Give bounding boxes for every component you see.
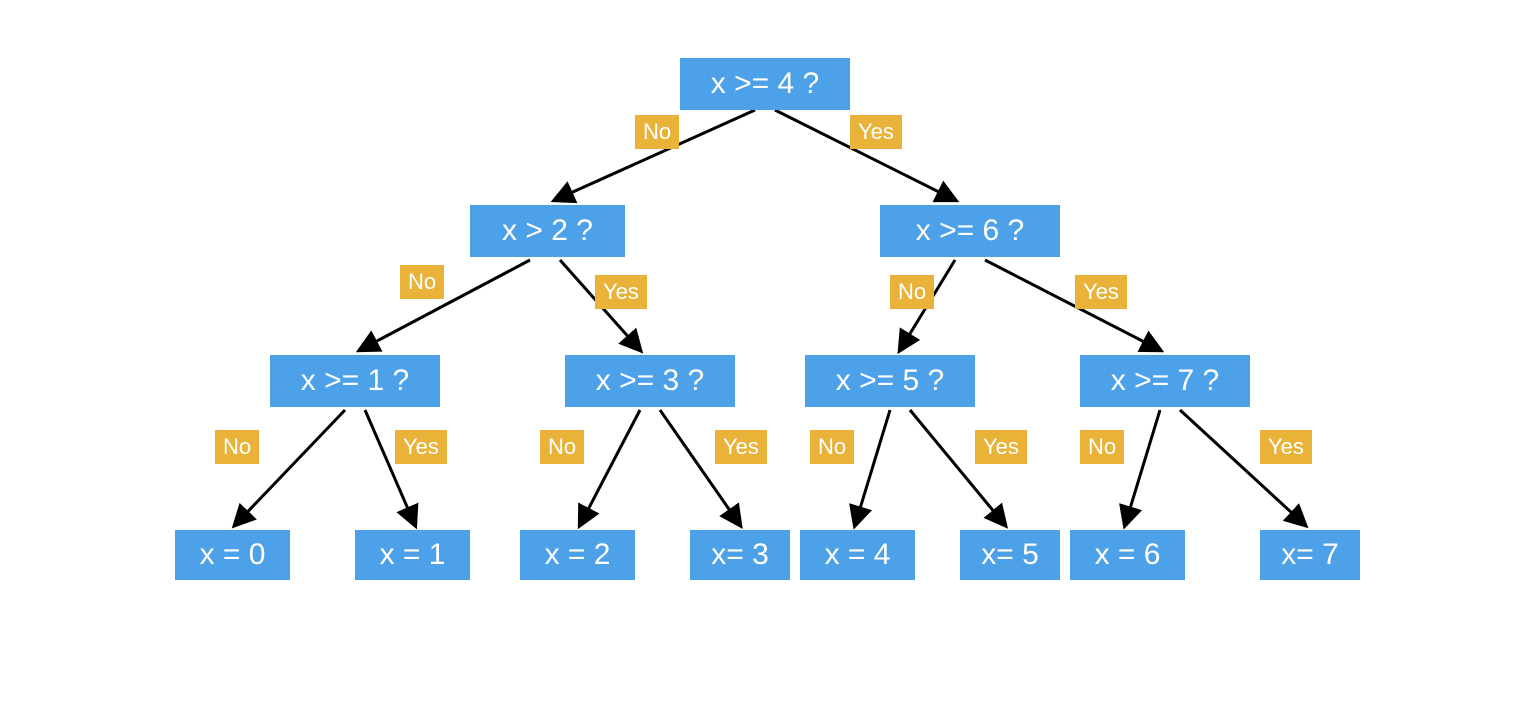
node-n1: x >= 1 ?: [270, 355, 440, 407]
node-leaf5: x= 5: [960, 530, 1060, 580]
node-leaf0: x = 0: [175, 530, 290, 580]
node-root: x >= 4 ?: [680, 58, 850, 110]
node-n3: x >= 3 ?: [565, 355, 735, 407]
node-leaf7: x= 7: [1260, 530, 1360, 580]
badge-n7-yes: Yes: [1260, 430, 1312, 464]
node-leaf1: x = 1: [355, 530, 470, 580]
edge-n3-yes: [660, 410, 740, 525]
edge-n2-no: [360, 260, 530, 350]
badge-n2-no: No: [400, 265, 444, 299]
edge-n7-yes: [1180, 410, 1305, 525]
badge-n3-no: No: [540, 430, 584, 464]
edge-n7-no: [1125, 410, 1160, 525]
badge-n1-no: No: [215, 430, 259, 464]
badge-n3-yes: Yes: [715, 430, 767, 464]
edge-n1-yes: [365, 410, 415, 525]
badge-n5-no: No: [810, 430, 854, 464]
node-n6: x >= 6 ?: [880, 205, 1060, 257]
badge-root-no: No: [635, 115, 679, 149]
badge-n2-yes: Yes: [595, 275, 647, 309]
edge-n1-no: [235, 410, 345, 525]
edge-n5-no: [855, 410, 890, 525]
badge-n6-no: No: [890, 275, 934, 309]
node-leaf2: x = 2: [520, 530, 635, 580]
node-leaf6: x = 6: [1070, 530, 1185, 580]
node-n5: x >= 5 ?: [805, 355, 975, 407]
node-n7: x >= 7 ?: [1080, 355, 1250, 407]
badge-n6-yes: Yes: [1075, 275, 1127, 309]
node-leaf3: x= 3: [690, 530, 790, 580]
badge-root-yes: Yes: [850, 115, 902, 149]
badge-n1-yes: Yes: [395, 430, 447, 464]
decision-tree-diagram: x >= 4 ? x > 2 ? x >= 6 ? x >= 1 ? x >= …: [0, 0, 1532, 712]
badge-n7-no: No: [1080, 430, 1124, 464]
node-n2: x > 2 ?: [470, 205, 625, 257]
edge-n6-yes: [985, 260, 1160, 350]
edge-n5-yes: [910, 410, 1005, 525]
edge-n3-no: [580, 410, 640, 525]
badge-n5-yes: Yes: [975, 430, 1027, 464]
node-leaf4: x = 4: [800, 530, 915, 580]
